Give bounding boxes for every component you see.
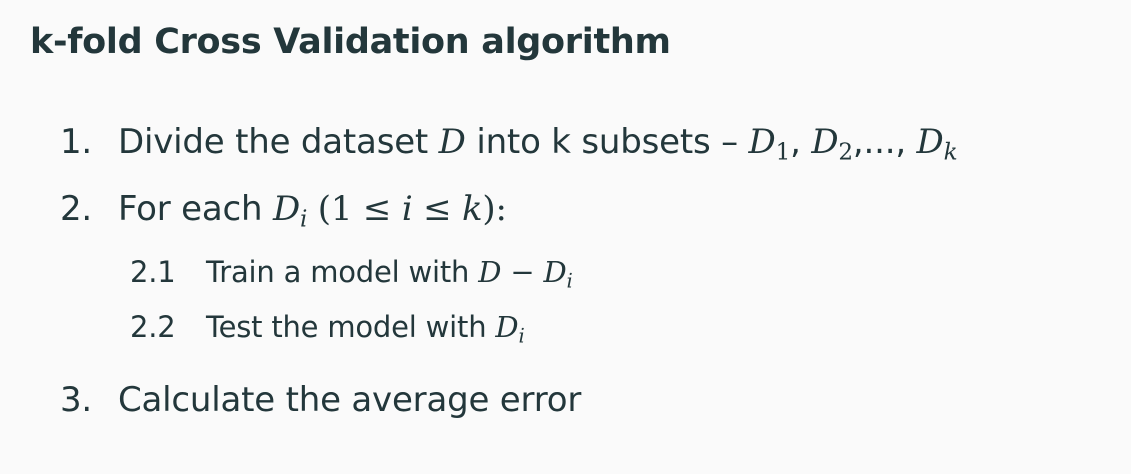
step-3-number: 3. bbox=[60, 380, 93, 420]
subset-dk-sub: k bbox=[943, 139, 958, 166]
substep-2-2-di: D bbox=[495, 310, 519, 344]
step-1-ellipsis: ,..., bbox=[852, 122, 917, 162]
step-2-text-a: For each bbox=[118, 189, 273, 229]
condition-open: (1 ≤ bbox=[307, 189, 402, 229]
step-1-dataset-symbol: D bbox=[438, 122, 466, 162]
subset-dk: D bbox=[916, 122, 944, 162]
step-1-text-b: into k subsets – bbox=[465, 122, 749, 162]
substep-2-2-di-sub: i bbox=[518, 324, 525, 348]
condition-i: i bbox=[401, 189, 413, 229]
step-2-number: 2. bbox=[60, 189, 93, 229]
step-3-text: Calculate the average error bbox=[118, 380, 582, 420]
substep-2-2: 2.2 Test the model with Di bbox=[130, 310, 525, 348]
subset-d1: D bbox=[748, 122, 776, 162]
step-1-sep: , bbox=[790, 122, 812, 162]
slide-title: k-fold Cross Validation algorithm bbox=[30, 22, 671, 62]
subset-d2-sub: 2 bbox=[838, 139, 853, 166]
substep-2-1: 2.1 Train a model with D − Di bbox=[130, 255, 573, 293]
substep-2-1-d: D bbox=[478, 255, 502, 289]
substep-2-1-di: D bbox=[543, 255, 567, 289]
slide: k-fold Cross Validation algorithm 1. Divi… bbox=[0, 0, 1131, 474]
substep-2-1-minus: − bbox=[501, 255, 544, 289]
substep-2-2-number: 2.2 bbox=[130, 310, 176, 344]
subset-d1-sub: 1 bbox=[775, 139, 791, 166]
step-1-number: 1. bbox=[60, 122, 93, 162]
substep-2-1-number: 2.1 bbox=[130, 255, 176, 289]
condition-k: k bbox=[462, 189, 483, 229]
substep-2-2-text: Test the model with bbox=[206, 310, 496, 344]
step-1-text-a: Divide the dataset bbox=[118, 122, 439, 162]
condition-le: ≤ bbox=[412, 189, 463, 229]
condition-close: ): bbox=[482, 189, 507, 229]
step-1: 1. Divide the dataset D into k subsets – … bbox=[60, 122, 958, 166]
step-3: 3. Calculate the average error bbox=[60, 380, 581, 420]
subset-d2: D bbox=[811, 122, 839, 162]
substep-2-1-text: Train a model with bbox=[206, 255, 479, 289]
step-2-di: D bbox=[272, 189, 300, 229]
substep-2-1-di-sub: i bbox=[566, 269, 573, 293]
step-2: 2. For each Di (1 ≤ i ≤ k): bbox=[60, 189, 507, 232]
